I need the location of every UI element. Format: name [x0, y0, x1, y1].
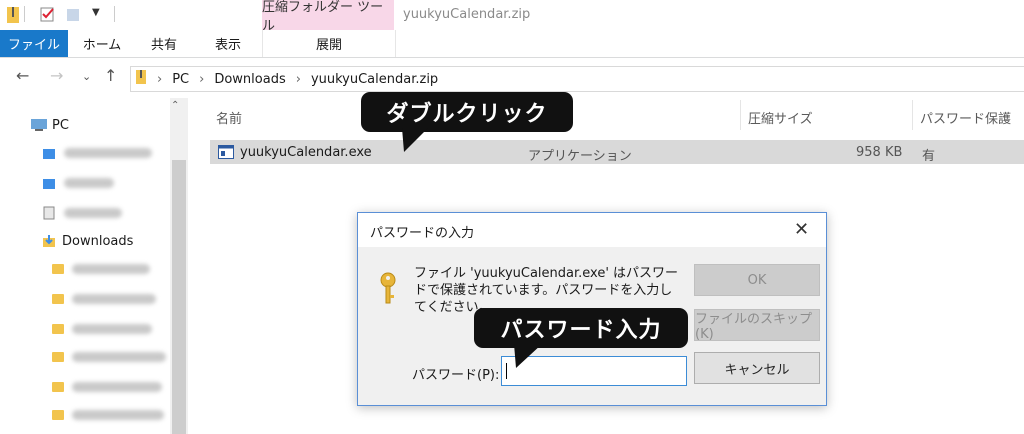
cancel-button[interactable]: キャンセル — [694, 352, 820, 384]
tree-item-blurred[interactable] — [52, 376, 162, 398]
qat-dropdown-icon[interactable]: ▼ — [92, 7, 100, 18]
file-type: アプリケーション — [528, 149, 632, 164]
breadcrumb-separator-icon: › — [157, 71, 163, 87]
breadcrumb-zip[interactable]: yuukyuCalendar.zip — [311, 72, 438, 87]
dialog-title: パスワードの入力 — [370, 226, 475, 241]
download-arrow-icon — [43, 235, 55, 247]
folder-icon — [52, 294, 64, 304]
tree-item-label: Downloads — [62, 233, 134, 249]
folder-icon — [52, 352, 64, 362]
folder-icon — [52, 410, 64, 420]
breadcrumb-downloads[interactable]: Downloads — [214, 72, 285, 87]
zip-folder-icon — [135, 69, 147, 89]
password-label: パスワード(P): — [412, 368, 500, 383]
tab-share[interactable]: 共有 — [136, 30, 192, 57]
callout-enter-password: パスワード入力 — [474, 308, 688, 348]
key-icon — [378, 271, 398, 311]
file-name: yuukyuCalendar.exe — [240, 145, 372, 160]
tab-home[interactable]: ホーム — [74, 30, 130, 57]
folder-icon — [52, 382, 64, 392]
forward-arrow-icon[interactable]: → — [50, 66, 63, 85]
new-folder-icon[interactable] — [66, 6, 80, 22]
window-title: yuukyuCalendar.zip — [403, 7, 531, 22]
breadcrumb-pc[interactable]: PC — [172, 72, 189, 87]
tree-item-blurred[interactable] — [52, 318, 152, 340]
tab-extract[interactable]: 展開 — [262, 30, 396, 57]
tree-item-blurred[interactable] — [52, 288, 156, 310]
tree-item-blurred[interactable] — [42, 172, 114, 194]
title-bar: ▼ 圧縮フォルダー ツール yuukyuCalendar.zip — [0, 0, 1024, 34]
folder-icon — [52, 264, 64, 274]
tree-item-downloads[interactable]: Downloads — [42, 230, 133, 252]
folder-icon — [43, 179, 55, 189]
callout-pointer — [402, 128, 428, 152]
ok-button[interactable]: OK — [694, 264, 820, 296]
file-size: 958 KB — [856, 145, 903, 160]
exe-file-icon — [218, 145, 234, 163]
tree-item-pc[interactable]: PC — [30, 114, 69, 136]
zip-folder-icon — [6, 6, 20, 23]
breadcrumb-separator-icon: › — [199, 71, 205, 87]
up-arrow-icon[interactable]: ↑ — [104, 66, 117, 85]
tree-item-blurred[interactable] — [42, 142, 152, 164]
recent-locations-chevron-icon[interactable]: ⌄ — [82, 70, 91, 83]
ribbon-tabs: ファイル ホーム 共有 表示 展開 — [0, 30, 1024, 58]
text-caret — [506, 363, 507, 379]
column-header-password-protected[interactable]: パスワード保護 — [920, 108, 1011, 127]
scrollbar-thumb[interactable] — [172, 160, 186, 434]
tree-item-blurred[interactable] — [52, 258, 150, 280]
compressed-folder-tools-tab-group: 圧縮フォルダー ツール — [262, 0, 394, 34]
skip-file-button[interactable]: ファイルのスキップ(K) — [694, 309, 820, 342]
properties-check-icon[interactable] — [40, 6, 54, 22]
file-password-protected: 有 — [922, 149, 936, 164]
scroll-up-arrow-icon[interactable]: ⌃ — [171, 100, 179, 111]
folder-icon — [43, 149, 55, 159]
document-icon — [43, 206, 55, 220]
back-arrow-icon[interactable]: ← — [16, 66, 29, 85]
column-header-name[interactable]: 名前 — [216, 108, 242, 127]
address-bar[interactable]: › PC › Downloads › yuukyuCalendar.zip — [130, 66, 1024, 92]
computer-icon — [31, 119, 47, 131]
file-row[interactable]: yuukyuCalendar.exe アプリケーション 958 KB 有 — [210, 140, 1024, 164]
callout-pointer — [514, 344, 542, 368]
tree-item-label: PC — [52, 117, 69, 133]
tree-item-blurred[interactable] — [52, 404, 164, 426]
tab-file[interactable]: ファイル — [0, 30, 68, 57]
folder-icon — [52, 324, 64, 334]
dialog-title-bar: パスワードの入力 ✕ — [358, 213, 826, 247]
column-header-compressed-size[interactable]: 圧縮サイズ — [748, 108, 813, 127]
breadcrumb-separator-icon: › — [295, 71, 301, 87]
close-icon[interactable]: ✕ — [794, 219, 809, 240]
tab-view[interactable]: 表示 — [200, 30, 256, 57]
tree-item-blurred[interactable] — [42, 202, 122, 224]
callout-double-click: ダブルクリック — [361, 92, 573, 132]
tree-item-blurred[interactable] — [52, 346, 166, 368]
